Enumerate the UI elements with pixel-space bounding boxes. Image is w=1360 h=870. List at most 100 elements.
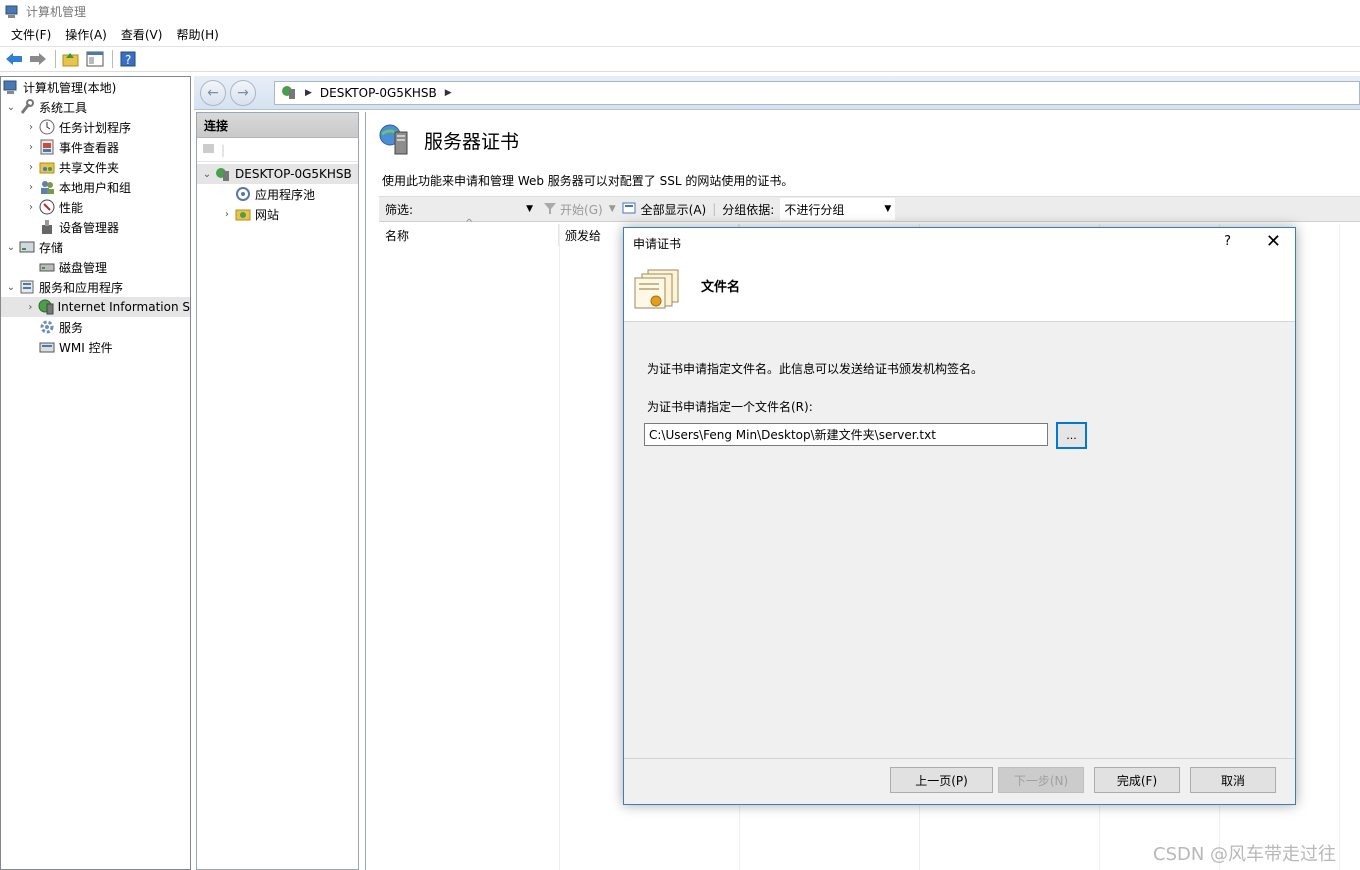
- connect-icon[interactable]: [201, 140, 217, 159]
- certificate-icon: [632, 268, 682, 315]
- tree-item-disk-management[interactable]: 磁盘管理: [1, 257, 190, 277]
- iis-icon: [38, 299, 54, 315]
- computer-management-icon: [4, 4, 20, 20]
- previous-button[interactable]: 上一页(P): [890, 767, 993, 793]
- help-icon[interactable]: ?: [117, 49, 139, 69]
- toolbar-separator: [112, 50, 113, 68]
- grid-divider: [559, 224, 560, 870]
- menu-help[interactable]: 帮助(H): [169, 24, 225, 45]
- menu-action[interactable]: 操作(A): [58, 24, 114, 45]
- tree-item-performance[interactable]: › 性能: [1, 197, 190, 217]
- tree-item-local-users[interactable]: › 本地用户和组: [1, 177, 190, 197]
- collapse-chevron-icon[interactable]: ⌄: [5, 102, 17, 113]
- finish-button[interactable]: 完成(F): [1094, 767, 1180, 793]
- file-name-input[interactable]: [644, 423, 1048, 446]
- tree-label: 系统工具: [39, 100, 88, 115]
- breadcrumb-arrow-icon[interactable]: ▶: [445, 88, 452, 98]
- tree-label: DESKTOP-0G5KHSB: [235, 167, 352, 181]
- tree-item-app-pools[interactable]: 应用程序池: [197, 184, 358, 204]
- column-header-name[interactable]: 名称 ^: [379, 218, 559, 246]
- breadcrumb[interactable]: ▶ DESKTOP-0G5KHSB ▶: [274, 81, 1360, 105]
- dialog-header: 文件名: [624, 258, 1295, 322]
- shared-folder-icon: [39, 159, 55, 175]
- iis-forward-icon[interactable]: →: [230, 80, 256, 106]
- filter-bar: 筛选: ▼ 开始(G) ▼ 全部显示(A) | 分组依据: 不进行分组 ▼: [379, 196, 1360, 222]
- help-button[interactable]: ?: [1224, 234, 1231, 249]
- back-arrow-icon[interactable]: [3, 49, 25, 69]
- dialog-titlebar: 申请证书 ? ✕: [624, 228, 1295, 258]
- computer-icon: [3, 79, 19, 95]
- forward-arrow-icon[interactable]: [27, 49, 49, 69]
- expand-chevron-icon[interactable]: ›: [221, 209, 233, 220]
- expand-chevron-icon[interactable]: ›: [25, 162, 37, 173]
- menu-file[interactable]: 文件(F): [4, 24, 58, 45]
- tree-label: 应用程序池: [255, 187, 316, 202]
- dialog-title: 申请证书: [633, 236, 682, 251]
- window-titlebar: 计算机管理: [0, 0, 1360, 23]
- connections-toolbar: |: [197, 138, 358, 162]
- tree-item-root[interactable]: 计算机管理(本地): [1, 77, 190, 97]
- expand-chevron-icon[interactable]: ›: [25, 122, 37, 133]
- feature-header: 服务器证书: [378, 122, 519, 158]
- up-folder-icon[interactable]: [60, 49, 82, 69]
- request-certificate-dialog: 申请证书 ? ✕ 文件名 为证书申请指定文件名。此信息可以发送给证书颁发机构签名…: [623, 227, 1296, 805]
- group-by-dropdown[interactable]: 不进行分组 ▼: [780, 198, 896, 220]
- grid-divider: [1339, 224, 1340, 870]
- close-icon[interactable]: ✕: [1266, 231, 1281, 252]
- svg-text:?: ?: [125, 53, 131, 67]
- funnel-icon: [543, 201, 557, 218]
- expand-chevron-icon[interactable]: ›: [25, 302, 36, 313]
- tree-label: 事件查看器: [59, 140, 120, 155]
- tree-label: WMI 控件: [59, 340, 113, 355]
- show-all-button[interactable]: 全部显示(A): [622, 201, 707, 218]
- breadcrumb-server[interactable]: DESKTOP-0G5KHSB: [320, 86, 437, 100]
- menu-bar: 文件(F) 操作(A) 查看(V) 帮助(H): [0, 23, 1360, 45]
- next-button[interactable]: 下一步(N): [998, 767, 1084, 793]
- tree-item-shared-folders[interactable]: › 共享文件夹: [1, 157, 190, 177]
- clock-icon: [39, 119, 55, 135]
- server-icon: [281, 84, 297, 103]
- iis-back-icon[interactable]: ←: [200, 80, 226, 106]
- server-icon: [215, 166, 231, 182]
- tree-item-services[interactable]: 服务: [1, 317, 190, 337]
- device-manager-icon: [39, 219, 55, 235]
- toolbar-separator: |: [221, 142, 226, 157]
- window-title: 计算机管理: [26, 5, 87, 19]
- collapse-chevron-icon[interactable]: ⌄: [5, 282, 17, 293]
- tree-item-system-tools[interactable]: ⌄ 系统工具: [1, 97, 190, 117]
- tree-item-iis[interactable]: › Internet Information S: [1, 297, 190, 317]
- breadcrumb-arrow-icon: ▶: [305, 88, 312, 98]
- tree-label: Internet Information S: [57, 300, 190, 314]
- tree-item-services-apps[interactable]: ⌄ 服务和应用程序: [1, 277, 190, 297]
- storage-icon: [19, 239, 35, 255]
- chevron-down-icon: ▼: [884, 204, 892, 214]
- collapse-chevron-icon[interactable]: ⌄: [5, 242, 17, 253]
- tree-item-device-manager[interactable]: 设备管理器: [1, 217, 190, 237]
- filter-start-label: 开始(G): [560, 202, 603, 217]
- show-all-label: 全部显示(A): [640, 202, 707, 217]
- filter-start-button[interactable]: 开始(G): [543, 201, 603, 218]
- tree-item-storage[interactable]: ⌄ 存储: [1, 237, 190, 257]
- expand-chevron-icon[interactable]: ›: [25, 182, 37, 193]
- tree-item-server[interactable]: ⌄ DESKTOP-0G5KHSB: [197, 164, 358, 184]
- tree-item-sites[interactable]: › 网站: [197, 204, 358, 224]
- start-dropdown-icon[interactable]: ▼: [609, 204, 616, 214]
- address-bar: ← → ▶ DESKTOP-0G5KHSB ▶: [194, 76, 1360, 110]
- filter-dropdown[interactable]: ▼: [419, 199, 537, 219]
- tree-label: 网站: [255, 207, 280, 222]
- event-viewer-icon: [39, 139, 55, 155]
- users-icon: [39, 179, 55, 195]
- browse-button[interactable]: ...: [1056, 422, 1087, 449]
- tree-item-task-scheduler[interactable]: › 任务计划程序: [1, 117, 190, 137]
- tools-icon: [19, 99, 35, 115]
- expand-chevron-icon[interactable]: ›: [25, 202, 37, 213]
- tree-item-event-viewer[interactable]: › 事件查看器: [1, 137, 190, 157]
- collapse-chevron-icon[interactable]: ⌄: [201, 169, 213, 180]
- tree-label: 任务计划程序: [59, 120, 132, 135]
- wmi-icon: [39, 339, 55, 355]
- menu-view[interactable]: 查看(V): [114, 24, 170, 45]
- cancel-button[interactable]: 取消: [1190, 767, 1276, 793]
- expand-chevron-icon[interactable]: ›: [25, 142, 37, 153]
- tree-item-wmi[interactable]: WMI 控件: [1, 337, 190, 357]
- show-hide-tree-icon[interactable]: [84, 49, 106, 69]
